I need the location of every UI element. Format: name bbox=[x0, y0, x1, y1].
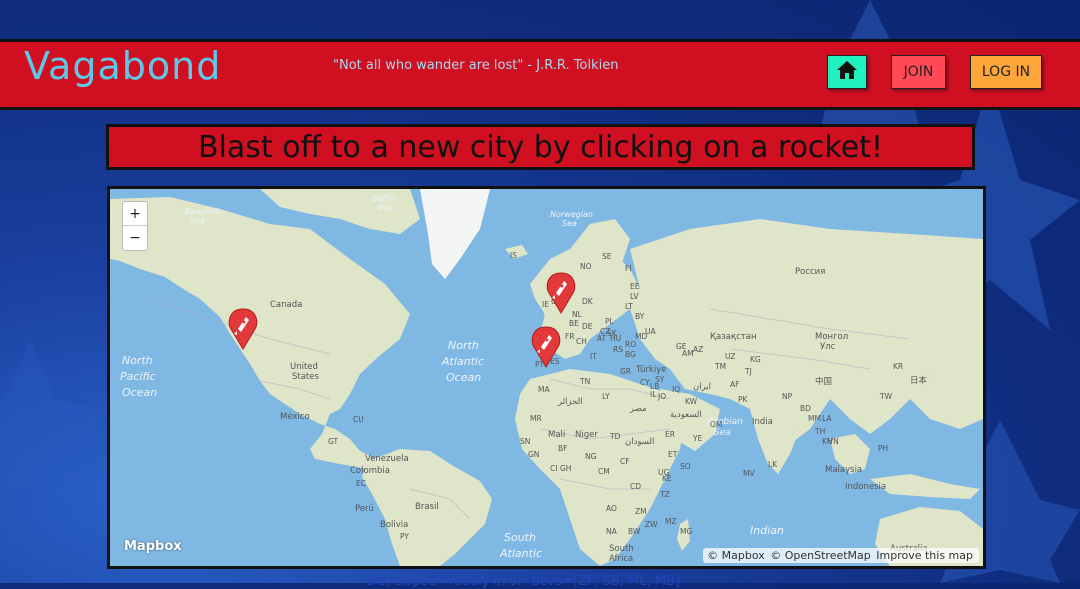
mapbox-logo[interactable]: Mapbox bbox=[124, 539, 182, 554]
rocket-pin-icon[interactable] bbox=[228, 308, 258, 350]
zoom-out-button[interactable]: − bbox=[123, 226, 147, 250]
home-button[interactable] bbox=[827, 55, 867, 89]
rocket-pin-icon[interactable] bbox=[546, 272, 576, 314]
home-icon bbox=[836, 60, 858, 84]
join-button[interactable]: JOIN bbox=[891, 55, 946, 89]
site-logo[interactable]: Vagabond bbox=[24, 44, 221, 88]
attribution-mapbox[interactable]: © Mapbox bbox=[707, 549, 765, 562]
tagline-quote: "Not all who wander are lost" - J.R.R. T… bbox=[333, 58, 619, 73]
top-navbar: Vagabond "Not all who wander are lost" -… bbox=[0, 39, 1080, 110]
banner-text: Blast off to a new city by clicking on a… bbox=[198, 129, 883, 165]
rocket-pin-icon[interactable] bbox=[531, 326, 561, 368]
attribution-osm[interactable]: © OpenStreetMap bbox=[770, 549, 871, 562]
zoom-control: + − bbox=[122, 201, 148, 251]
login-button[interactable]: LOG IN bbox=[970, 55, 1042, 89]
attribution-improve[interactable]: Improve this map bbox=[876, 549, 973, 562]
world-map[interactable]: Canada United States México Venezuela Co… bbox=[107, 186, 986, 569]
zoom-in-button[interactable]: + bbox=[123, 202, 147, 226]
map-attribution: © Mapbox © OpenStreetMap Improve this ma… bbox=[703, 548, 979, 563]
instruction-banner: Blast off to a new city by clicking on a… bbox=[106, 124, 975, 170]
footer-credits: Developed Proudly in SF. devs=[ZF, SB, M… bbox=[367, 574, 681, 589]
